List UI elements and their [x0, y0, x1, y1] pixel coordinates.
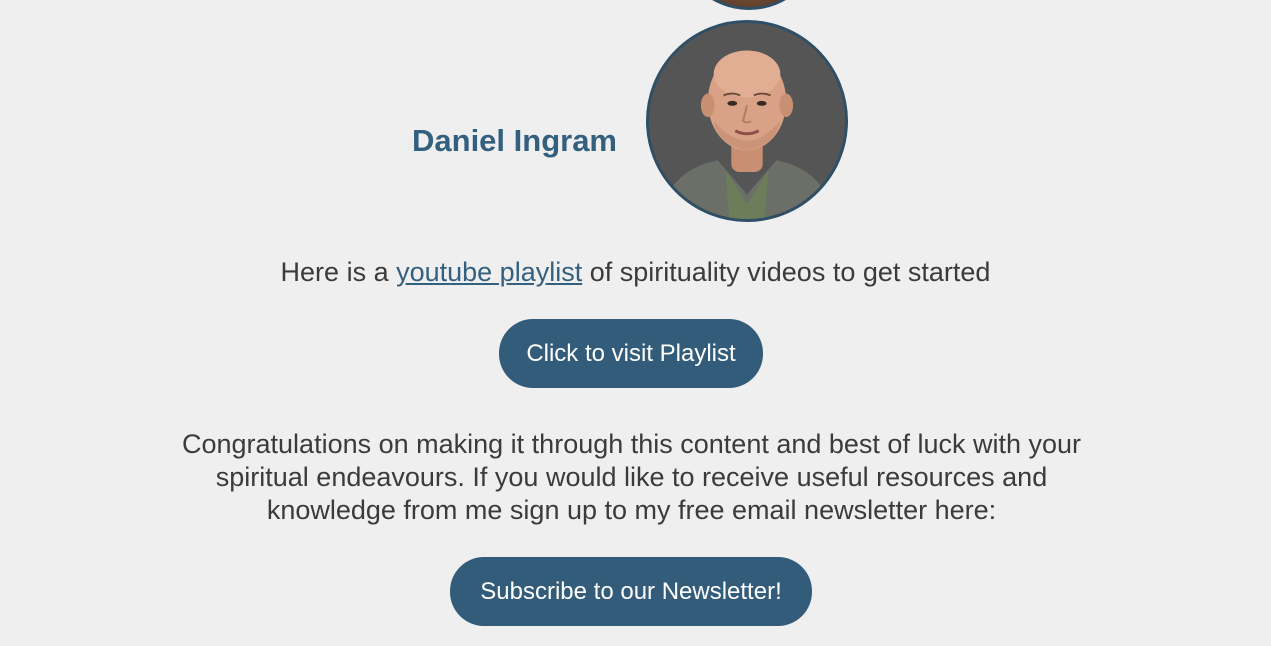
- youtube-playlist-link[interactable]: youtube playlist: [396, 257, 582, 287]
- visit-playlist-button[interactable]: Click to visit Playlist: [499, 319, 763, 388]
- person-avatar: [646, 20, 848, 222]
- playlist-suffix: of spirituality videos to get started: [582, 257, 991, 287]
- person-row: Daniel Ingram: [0, 20, 1271, 226]
- newsletter-message: Congratulations on making it through thi…: [181, 429, 1081, 525]
- page: Daniel Ingram Here is a youtube playlist…: [0, 0, 1271, 646]
- subscribe-newsletter-button[interactable]: Subscribe to our Newsletter!: [450, 557, 812, 626]
- previous-person-avatar: [676, 0, 822, 10]
- portrait-image: [649, 23, 845, 219]
- playlist-prefix: Here is a: [280, 257, 397, 287]
- playlist-intro: Here is a youtube playlist of spirituali…: [0, 256, 1271, 288]
- person-name: Daniel Ingram: [412, 123, 617, 158]
